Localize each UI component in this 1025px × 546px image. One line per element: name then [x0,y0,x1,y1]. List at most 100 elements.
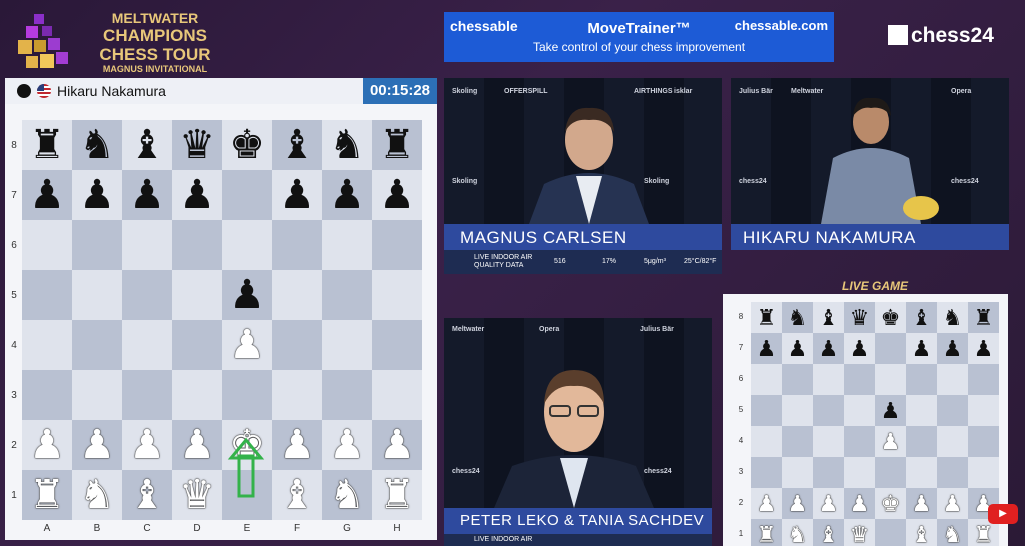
board-square[interactable]: ♚ [875,488,906,519]
board-square[interactable]: ♟ [272,420,322,470]
board-square[interactable] [968,457,999,488]
board-square[interactable]: ♟ [968,333,999,364]
board-square[interactable]: ♚ [222,120,272,170]
board-square[interactable]: ♞ [322,470,372,520]
black-pawn-icon[interactable]: ♟ [279,175,315,215]
board-square[interactable]: ♟ [751,488,782,519]
board-square[interactable]: ♛ [172,470,222,520]
board-square[interactable]: ♟ [172,170,222,220]
board-square[interactable]: ♞ [322,120,372,170]
white-pawn-icon[interactable]: ♟ [79,425,115,465]
board-square[interactable] [272,220,322,270]
board-square[interactable]: ♛ [844,302,875,333]
board-square[interactable]: ♟ [222,270,272,320]
board-square[interactable] [322,370,372,420]
black-pawn-icon[interactable]: ♟ [129,175,165,215]
board-square[interactable] [875,333,906,364]
board-square[interactable] [372,320,422,370]
white-pawn-icon[interactable]: ♟ [788,492,808,515]
youtube-subscribe-icon[interactable]: ▶ [988,504,1018,524]
black-king-icon[interactable]: ♚ [881,306,901,329]
board-square[interactable]: ♝ [122,470,172,520]
board-square[interactable] [372,220,422,270]
board-square[interactable]: ♟ [272,170,322,220]
black-pawn-icon[interactable]: ♟ [943,337,963,360]
board-square[interactable] [172,220,222,270]
board-square[interactable]: ♛ [172,120,222,170]
board-square[interactable] [782,395,813,426]
white-pawn-icon[interactable]: ♟ [943,492,963,515]
board-square[interactable] [122,370,172,420]
board-square[interactable] [875,457,906,488]
board-square[interactable] [968,395,999,426]
black-rook-icon[interactable]: ♜ [379,125,415,165]
black-queen-icon[interactable]: ♛ [850,306,870,329]
black-bishop-icon[interactable]: ♝ [819,306,839,329]
board-square[interactable] [322,220,372,270]
black-knight-icon[interactable]: ♞ [788,306,808,329]
board-square[interactable]: ♝ [122,120,172,170]
white-knight-icon[interactable]: ♞ [329,475,365,515]
banner-url[interactable]: chessable.com [735,18,828,33]
black-pawn-icon[interactable]: ♟ [850,337,870,360]
board-square[interactable] [782,364,813,395]
board-square[interactable]: ♛ [844,519,875,546]
board-square[interactable] [172,270,222,320]
board-square[interactable]: ♟ [72,170,122,220]
board-square[interactable] [844,364,875,395]
board-square[interactable] [122,270,172,320]
board-square[interactable]: ♟ [875,395,906,426]
board-square[interactable] [122,320,172,370]
board-square[interactable]: ♚ [875,302,906,333]
board-square[interactable] [272,270,322,320]
board-square[interactable] [72,270,122,320]
board-square[interactable] [875,364,906,395]
black-rook-icon[interactable]: ♜ [974,306,994,329]
sponsor-banner[interactable]: chessable MoveTrainer™ Take control of y… [444,12,834,62]
board-square[interactable]: ♞ [72,120,122,170]
black-pawn-icon[interactable]: ♟ [329,175,365,215]
black-pawn-icon[interactable]: ♟ [379,175,415,215]
black-rook-icon[interactable]: ♜ [757,306,777,329]
board-square[interactable]: ♜ [22,120,72,170]
board-square[interactable]: ♟ [751,333,782,364]
board-square[interactable] [122,220,172,270]
board-square[interactable]: ♟ [937,488,968,519]
board-square[interactable] [322,270,372,320]
board-square[interactable] [937,364,968,395]
board-square[interactable] [272,320,322,370]
black-pawn-icon[interactable]: ♟ [974,337,994,360]
board-square[interactable]: ♝ [813,302,844,333]
board-square[interactable]: ♜ [372,120,422,170]
board-square[interactable]: ♟ [906,333,937,364]
white-bishop-icon[interactable]: ♝ [819,523,839,546]
board-square[interactable]: ♟ [72,420,122,470]
board-square[interactable] [751,395,782,426]
black-bishop-icon[interactable]: ♝ [129,125,165,165]
board-square[interactable] [322,320,372,370]
board-square[interactable]: ♝ [272,120,322,170]
white-pawn-icon[interactable]: ♟ [129,425,165,465]
board-square[interactable]: ♟ [322,170,372,220]
board-square[interactable] [875,519,906,546]
board-square[interactable]: ♜ [968,302,999,333]
board-square[interactable]: ♟ [937,333,968,364]
board-square[interactable] [906,426,937,457]
board-square[interactable]: ♟ [322,420,372,470]
main-chessboard[interactable]: ♜ ♞ ♝ ♛ ♚ ♝ ♞ ♜ ♟ ♟ ♟ ♟ ♟ ♟ ♟ ♟ ♟ ♟ ♟ ♟ ♟ ♚ ♟ ♟ ♟ ♜ ♞ ♝ ♛ ♝ ♞ ♜ 8 7 6 5 4 3 2 1… [5,104,437,540]
board-square[interactable]: ♟ [372,170,422,220]
black-pawn-icon[interactable]: ♟ [788,337,808,360]
board-square[interactable] [222,370,272,420]
board-square[interactable]: ♜ [751,302,782,333]
board-square[interactable] [968,426,999,457]
board-square[interactable]: ♟ [372,420,422,470]
black-queen-icon[interactable]: ♛ [179,125,215,165]
board-square[interactable] [813,457,844,488]
board-square[interactable] [22,270,72,320]
board-square[interactable] [372,370,422,420]
board-square[interactable] [813,426,844,457]
board-square[interactable] [782,457,813,488]
board-square[interactable]: ♚ [222,420,272,470]
black-knight-icon[interactable]: ♞ [329,125,365,165]
black-pawn-icon[interactable]: ♟ [912,337,932,360]
